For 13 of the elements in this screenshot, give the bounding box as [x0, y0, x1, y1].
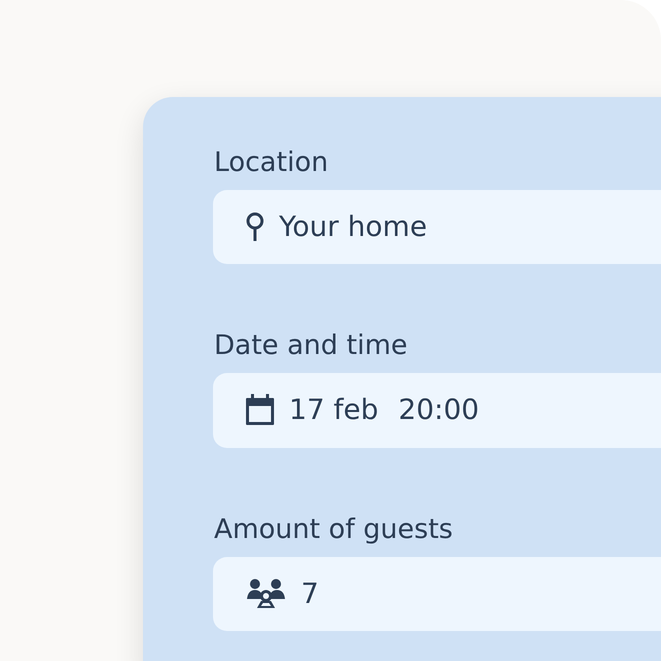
calendar-icon [245, 394, 275, 426]
input-field[interactable]: Your home [213, 190, 661, 264]
time-value: 20:00 [398, 393, 480, 428]
field-value: 7 [301, 576, 319, 611]
group-icon [245, 578, 287, 610]
field-value: Your home [279, 210, 428, 244]
input-field[interactable]: 7 [213, 556, 661, 631]
field-label: Location [214, 147, 330, 179]
field-label: Amount of guests [214, 514, 454, 546]
pin-icon [245, 212, 265, 242]
field-label: Date and time [214, 330, 408, 362]
date-value: 17 feb [289, 393, 378, 428]
input-field[interactable]: 17 feb 20:00 [213, 373, 661, 448]
